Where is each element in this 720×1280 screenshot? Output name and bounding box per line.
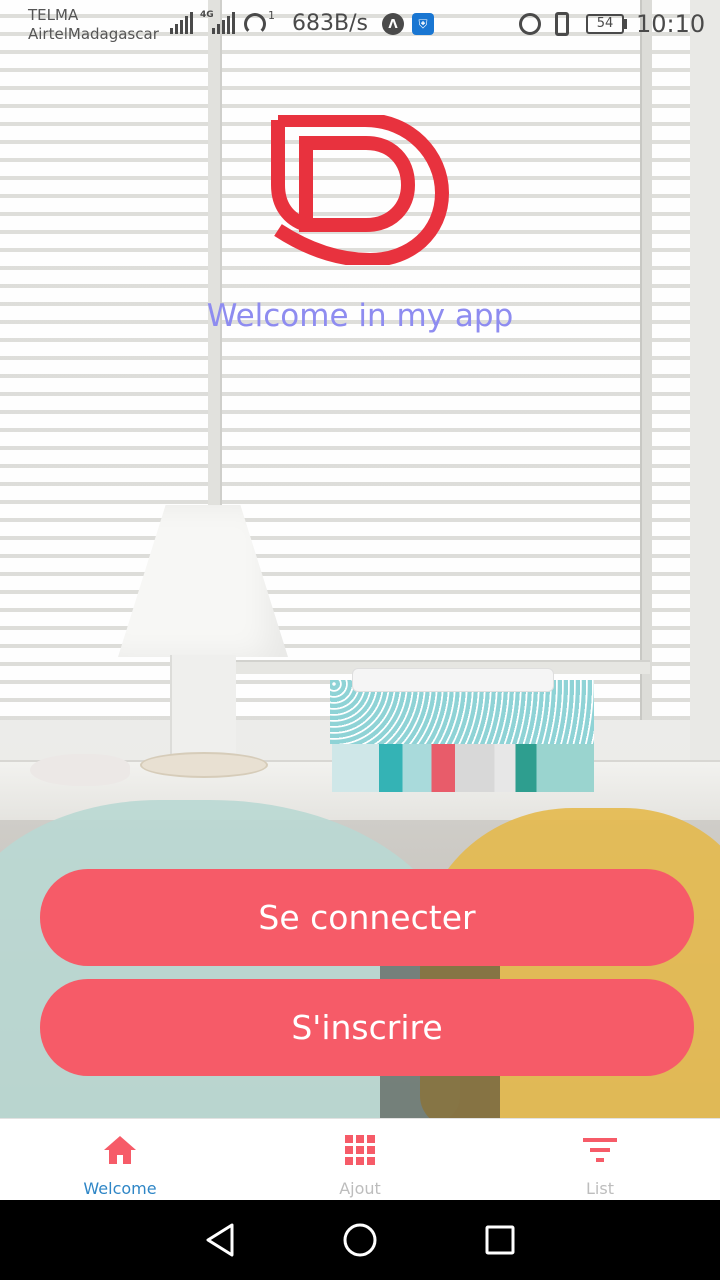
back-icon[interactable] — [200, 1220, 240, 1260]
window-frame — [640, 0, 652, 720]
filter-icon — [582, 1133, 618, 1167]
battery-tip — [624, 19, 627, 29]
signal-icon — [212, 12, 235, 34]
window-frame — [690, 0, 720, 780]
grid-icon — [342, 1133, 378, 1167]
home-icon — [102, 1133, 138, 1167]
fish-ornament — [30, 754, 130, 786]
carrier-line-1: TELMA — [28, 6, 79, 24]
remote-control — [352, 668, 554, 692]
alarm-icon — [519, 13, 541, 35]
vibrate-icon — [555, 12, 569, 36]
bottom-tab-bar: Welcome Ajout List — [0, 1118, 720, 1200]
lamp-base — [140, 752, 268, 778]
battery-icon: 54 — [586, 14, 624, 34]
tab-label: Welcome — [83, 1179, 157, 1198]
network-speed: 683B/s — [292, 11, 368, 36]
signal-icon — [170, 12, 193, 34]
app-logo — [270, 113, 450, 268]
carrier-name: TELMA AirtelMadagascar — [28, 6, 159, 44]
clock: 10:10 — [636, 10, 706, 38]
vpn-icon: Λ — [382, 13, 404, 35]
shield-icon: ⛨ — [412, 13, 434, 35]
welcome-title: Welcome in my app — [206, 298, 514, 334]
hotspot-count: 1 — [268, 9, 275, 22]
storage-box — [332, 744, 594, 792]
logo-d-icon — [271, 113, 450, 268]
system-nav-bar — [0, 1200, 720, 1280]
tab-welcome[interactable]: Welcome — [0, 1119, 240, 1200]
tab-label: Ajout — [339, 1179, 381, 1198]
carrier-line-2: AirtelMadagascar — [28, 25, 159, 43]
login-button[interactable]: Se connecter — [40, 869, 694, 966]
tab-label: List — [586, 1179, 614, 1198]
recents-icon[interactable] — [480, 1220, 520, 1260]
window-blinds — [0, 0, 720, 720]
status-bar: TELMA AirtelMadagascar 4G 1 683B/s Λ ⛨ 5… — [0, 0, 720, 50]
tab-ajout[interactable]: Ajout — [240, 1119, 480, 1200]
signup-button[interactable]: S'inscrire — [40, 979, 694, 1076]
tab-list[interactable]: List — [480, 1119, 720, 1200]
home-nav-icon[interactable] — [340, 1220, 380, 1260]
hotspot-icon — [244, 13, 266, 35]
lamp-stand — [170, 655, 236, 760]
